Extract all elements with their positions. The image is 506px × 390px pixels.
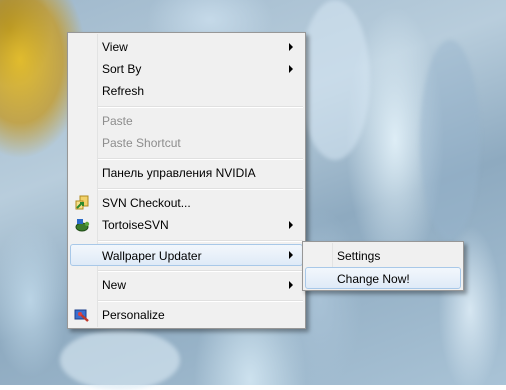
personalize-icon [74, 309, 89, 322]
menu-item-new-label: New [102, 278, 127, 292]
menu-item-nvidia-control-panel[interactable]: Панель управления NVIDIA [70, 162, 303, 184]
menu-separator [98, 158, 303, 160]
menu-item-tortoisesvn[interactable]: TortoiseSVN [70, 214, 303, 236]
menu-item-view[interactable]: View [70, 36, 303, 58]
menu-item-wallpaper-updater-label: Wallpaper Updater [102, 249, 202, 263]
submenu-arrow-icon [289, 221, 293, 229]
submenu-arrow-icon [289, 251, 293, 259]
submenu-item-change-now-label: Change Now! [337, 272, 410, 286]
submenu-item-change-now[interactable]: Change Now! [305, 267, 461, 289]
submenu-arrow-icon [289, 65, 293, 73]
menu-item-tortoisesvn-label: TortoiseSVN [102, 218, 169, 232]
menu-separator [98, 300, 303, 302]
menu-separator [98, 188, 303, 190]
menu-item-wallpaper-updater[interactable]: Wallpaper Updater [70, 244, 303, 266]
menu-item-new[interactable]: New [70, 274, 303, 296]
menu-separator [98, 240, 303, 242]
svn-checkout-icon [75, 195, 89, 210]
menu-item-personalize-label: Personalize [102, 308, 165, 322]
menu-item-paste-shortcut[interactable]: Paste Shortcut [70, 132, 303, 154]
tortoisesvn-icon [75, 219, 90, 232]
menu-item-paste[interactable]: Paste [70, 110, 303, 132]
menu-item-refresh-label: Refresh [102, 84, 145, 98]
menu-separator [98, 270, 303, 272]
desktop-context-menu: View Sort By Refresh Paste Paste Shortcu… [67, 32, 306, 329]
menu-item-svn-checkout-label: SVN Checkout... [102, 196, 191, 210]
menu-item-view-label: View [102, 40, 128, 54]
menu-item-refresh[interactable]: Refresh [70, 80, 303, 102]
menu-item-sort-by[interactable]: Sort By [70, 58, 303, 80]
menu-item-nvidia-label: Панель управления NVIDIA [102, 166, 256, 180]
submenu-arrow-icon [289, 281, 293, 289]
wallpaper-updater-submenu: Settings Change Now! [302, 241, 464, 291]
menu-item-paste-shortcut-label: Paste Shortcut [102, 136, 181, 150]
submenu-item-settings[interactable]: Settings [305, 245, 461, 267]
menu-item-sort-by-label: Sort By [102, 62, 142, 76]
menu-item-paste-label: Paste [102, 114, 133, 128]
menu-separator [98, 106, 303, 108]
menu-item-personalize[interactable]: Personalize [70, 304, 303, 326]
submenu-item-settings-label: Settings [337, 249, 381, 263]
menu-item-svn-checkout[interactable]: SVN Checkout... [70, 192, 303, 214]
submenu-arrow-icon [289, 43, 293, 51]
